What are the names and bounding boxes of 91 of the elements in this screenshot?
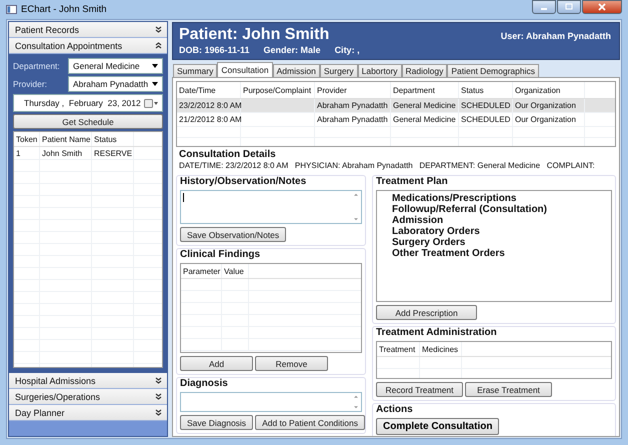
table-cell: 21/2/2012 8:0 AM (177, 113, 241, 126)
date-picker[interactable]: Thursday , February 23, 2012 (13, 94, 163, 112)
table-cell: 23/2/2012 8:0 AM (177, 99, 241, 112)
column-header: Status (92, 132, 134, 146)
notes-field[interactable] (180, 190, 362, 224)
treatment-plan-item[interactable]: Medications/Prescriptions (392, 193, 611, 204)
patient-name: Patient: John Smith (179, 26, 330, 44)
column-header: Value (222, 264, 249, 278)
accordion-header[interactable]: Hospital Admissions (9, 373, 167, 389)
table-cell: General Medicine (391, 99, 459, 112)
tab[interactable]: Patient Demographics (447, 64, 539, 77)
column-header: Date/Time (177, 82, 241, 98)
table-cell: General Medicine (391, 113, 459, 126)
column-header: Treatment (377, 342, 420, 356)
provider-dropdown[interactable]: Abraham Pynadatth (68, 76, 163, 92)
column-header: Status (459, 82, 513, 98)
department-label: Department: (13, 61, 61, 71)
dropdown-arrow-icon (152, 82, 158, 86)
section-title: Actions (376, 404, 414, 415)
city-text: City: , (334, 45, 360, 55)
dropdown-arrow-icon (152, 64, 158, 68)
section-title: Treatment Administration (376, 327, 498, 338)
dob-text: DOB: 1966-11-11 (179, 45, 250, 55)
tab[interactable]: Radiology (402, 64, 448, 77)
chevron-icon (155, 393, 162, 400)
app-icon (6, 5, 17, 14)
table-cell: Abraham Pynadatth (315, 99, 391, 112)
scrollbar-arrows-icon (353, 193, 359, 221)
column-header: Organization (513, 82, 585, 98)
table-cell: RESERVE (92, 147, 134, 159)
treatment-plan-item[interactable]: Surgery Orders (392, 237, 611, 248)
table-action-button[interactable]: Remove (255, 356, 328, 371)
treatment-plan-item[interactable]: Admission (392, 215, 611, 226)
section-title: Clinical Findings (180, 249, 262, 260)
diagnosis-button[interactable]: Add to Patient Conditions (255, 415, 365, 430)
column-header: Parameter (181, 264, 222, 278)
chevron-icon (155, 409, 162, 416)
treatment-button[interactable]: Record Treatment (376, 382, 463, 397)
diagnosis-button[interactable]: Save Diagnosis (180, 415, 254, 430)
tab[interactable]: Labortory (358, 64, 402, 77)
accordion-header[interactable]: Patient Records (9, 22, 167, 38)
column-header: Purpose/Complaint (241, 82, 315, 98)
tab[interactable]: Summary (173, 64, 218, 77)
calendar-icon (144, 98, 158, 108)
complete-consultation-button[interactable]: Complete Consultation (376, 418, 500, 435)
treatment-plan-item[interactable]: Other Treatment Orders (392, 248, 611, 259)
table-cell: Abraham Pynadatth (315, 113, 391, 126)
minimize-button[interactable] (532, 0, 556, 14)
close-button[interactable] (582, 0, 622, 14)
table-action-button[interactable]: Add (180, 356, 253, 371)
treatment-button[interactable]: Erase Treatment (465, 382, 552, 397)
column-header: Department (391, 82, 459, 98)
treatment-plan-item[interactable]: Followup/Referral (Consultation) (392, 204, 611, 215)
details-text: DATE/TIME: 23/2/2012 8:0 AM PHYSICIAN: Abraham Pynadatth DEPARTMENT: General Medicine COMPLAINT: (179, 161, 596, 170)
scrollbar-arrows-icon (353, 395, 359, 409)
diagnosis-field[interactable] (180, 392, 362, 412)
section-title: History/Observation/Notes (180, 176, 308, 187)
table-cell: Our Organization (513, 113, 585, 126)
accordion-header[interactable]: Surgeries/Operations (9, 389, 167, 405)
section-title: Consultation Details (179, 149, 277, 160)
tab[interactable]: Consultation (217, 62, 273, 77)
provider-label: Provider: (13, 79, 48, 89)
column-header: Provider (315, 82, 391, 98)
chevron-icon (155, 26, 162, 33)
accordion-header[interactable]: Consultation Appointments (9, 38, 167, 54)
chevron-icon (155, 377, 162, 384)
tab[interactable]: Admission (272, 64, 320, 77)
tab[interactable]: Surgery (320, 64, 358, 77)
column-header: Token (14, 132, 40, 146)
table-cell: John Smith (40, 147, 92, 159)
user-name: User: Abraham Pynadatth (500, 31, 611, 41)
window-title: EChart - John Smith (21, 4, 107, 15)
accordion-header[interactable]: Day Planner (9, 405, 167, 421)
table-cell: SCHEDULED (459, 99, 513, 112)
table-cell: SCHEDULED (459, 113, 513, 126)
section-title: Diagnosis (180, 378, 229, 389)
get-schedule-button[interactable]: Get Schedule (13, 114, 163, 129)
add-prescription-button[interactable]: Add Prescription (376, 305, 477, 320)
column-header: Patient Name (40, 132, 92, 146)
treatment-plan-item[interactable]: Laboratory Orders (392, 226, 611, 237)
department-dropdown[interactable]: General Medicine (68, 58, 163, 74)
table-cell: Our Organization (513, 99, 585, 112)
close-icon (597, 3, 607, 11)
save-notes-button[interactable]: Save Observation/Notes (180, 227, 286, 242)
maximize-button[interactable] (557, 0, 581, 14)
section-title: Treatment Plan (376, 176, 449, 187)
table-cell: 1 (14, 147, 40, 159)
column-header: Medicines (420, 342, 462, 356)
gender-text: Gender: Male (264, 45, 321, 55)
maximize-icon (564, 3, 574, 11)
chevron-icon (155, 42, 162, 49)
